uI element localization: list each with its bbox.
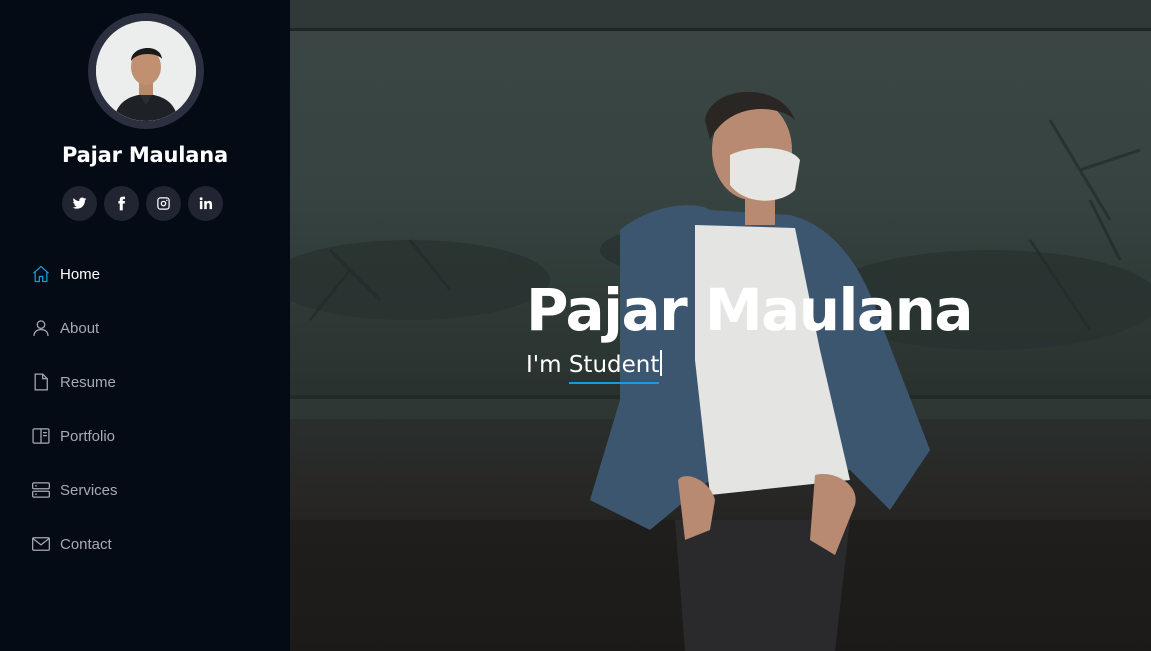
nav-item-contact[interactable]: Contact: [30, 526, 270, 562]
twitter-icon: [72, 197, 87, 209]
nav-label-home: Home: [60, 265, 101, 283]
layout-icon: [30, 425, 52, 447]
linkedin-link[interactable]: [188, 186, 223, 221]
avatar: [96, 21, 196, 121]
nav-item-home[interactable]: Home: [30, 256, 270, 292]
instagram-link[interactable]: [146, 186, 181, 221]
hero-subtitle: I'm Student: [526, 350, 663, 384]
profile-name: Pajar Maulana: [62, 143, 228, 167]
server-icon: [30, 479, 52, 501]
envelope-icon: [30, 533, 52, 555]
linkedin-icon: [199, 197, 213, 210]
nav-item-about[interactable]: About: [30, 310, 270, 346]
typing-cursor: [660, 350, 663, 376]
nav-label-resume: Resume: [60, 373, 116, 391]
nav-label-portfolio: Portfolio: [60, 427, 116, 445]
facebook-link[interactable]: [104, 186, 139, 221]
nav-item-portfolio[interactable]: Portfolio: [30, 418, 270, 454]
nav-label-contact: Contact: [60, 535, 112, 553]
sidebar: Pajar Maulana Home About Resume Portfoli…: [0, 0, 290, 651]
instagram-icon: [157, 197, 170, 210]
person-icon: [30, 317, 52, 339]
twitter-link[interactable]: [62, 186, 97, 221]
nav-item-resume[interactable]: Resume: [30, 364, 270, 400]
nav-label-about: About: [60, 319, 100, 337]
main-nav: Home About Resume Portfolio Services Con…: [30, 256, 270, 580]
hero-title: Pajar Maulana: [526, 276, 974, 344]
typed-text: Student: [568, 352, 660, 384]
social-links: [62, 186, 223, 221]
home-icon: [30, 263, 52, 285]
hero-prefix: I'm: [526, 352, 569, 378]
nav-label-services: Services: [60, 481, 118, 499]
file-icon: [30, 371, 52, 393]
facebook-icon: [118, 196, 125, 211]
avatar-frame: [88, 13, 204, 129]
nav-item-services[interactable]: Services: [30, 472, 270, 508]
hero-section: Pajar Maulana I'm Student: [290, 0, 1151, 651]
